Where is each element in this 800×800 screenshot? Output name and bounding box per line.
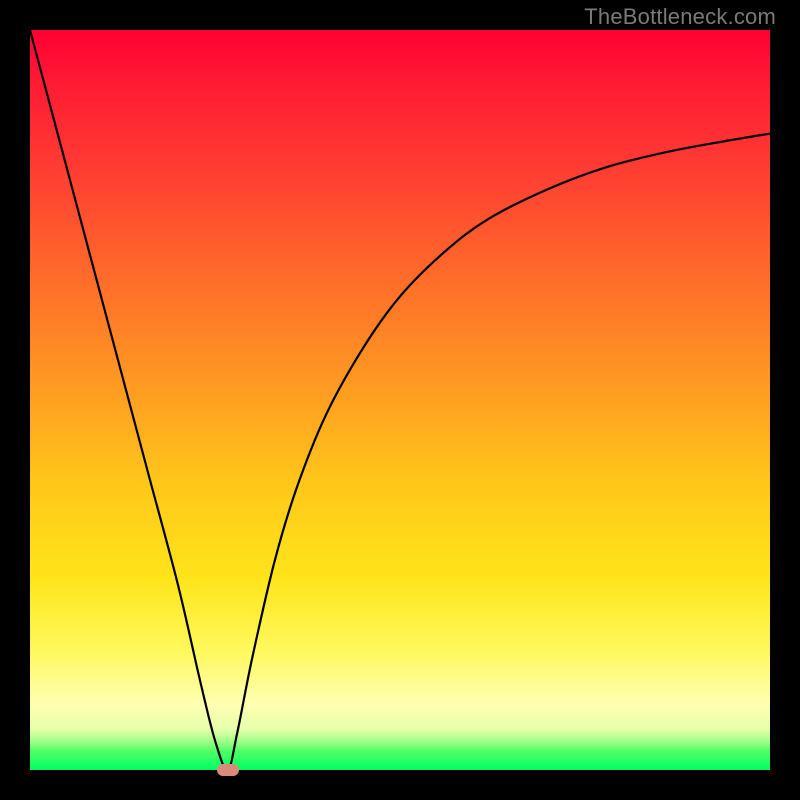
- bottleneck-curve: [30, 30, 770, 770]
- watermark-text: TheBottleneck.com: [584, 4, 776, 30]
- optimal-point-marker: [217, 764, 239, 776]
- plot-area: [30, 30, 770, 770]
- chart-frame: TheBottleneck.com: [0, 0, 800, 800]
